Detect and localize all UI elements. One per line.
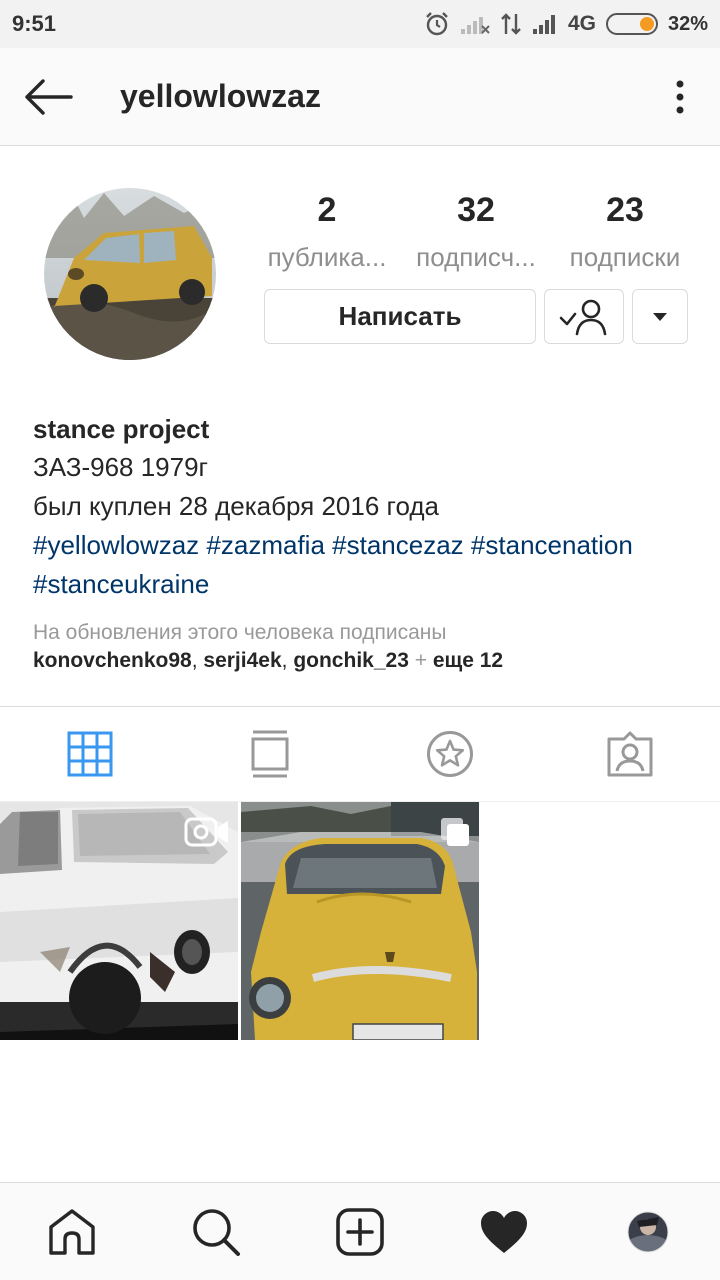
app-header: yellowlowzaz [0,48,720,146]
bottom-navigation [0,1182,720,1280]
suggestions-dropdown-button[interactable] [632,289,688,344]
back-arrow-icon [25,78,73,115]
username-title: yellowlowzaz [120,78,321,114]
battery-icon [605,13,658,35]
profile-avatar[interactable] [44,188,216,360]
home-icon [49,1208,95,1255]
video-camera-icon [184,817,228,847]
stat-following-count: 23 [606,191,644,229]
follower-username[interactable]: gonchik_23 [293,649,409,672]
multiple-photos-badge [439,816,471,853]
tab-grid[interactable] [0,707,180,801]
follower-username[interactable]: serji4ek [203,649,281,672]
bio-hashtags: #yellowlowzaz #zazmafia #stancezaz #stan… [33,526,693,604]
hashtag-link[interactable]: #yellowlowzaz [33,530,199,560]
profile-tabs [0,706,720,802]
stat-followers[interactable]: 32 подписч... [411,190,541,273]
more-options-button[interactable] [640,48,720,146]
profile-stats: 2 публика... 32 подписч... 23 подписки [262,190,690,273]
followed-by-list[interactable]: konovchenko98, serji4ek, gonchik_23 + ещ… [33,646,693,676]
nav-profile[interactable] [576,1183,720,1280]
following-button[interactable] [544,289,624,344]
stat-posts[interactable]: 2 публика... [262,190,392,273]
add-post-icon [336,1207,384,1256]
profile-bio: stance project ЗАЗ-968 1979г был куплен … [33,410,693,676]
stat-following[interactable]: 23 подписки [560,190,690,273]
profile-avatar [627,1211,669,1252]
nav-home[interactable] [0,1183,144,1280]
bio-line: был куплен 28 декабря 2016 года [33,491,439,521]
search-icon [193,1208,240,1256]
stat-following-label: подписки [569,242,681,272]
message-button[interactable]: Написать [264,289,536,344]
feed-icon [251,730,289,778]
data-arrows-icon [501,13,521,35]
nav-search[interactable] [144,1183,288,1280]
signal-weak-icon [460,17,490,34]
post-thumbnail[interactable] [0,802,238,1040]
nav-add-post[interactable] [288,1183,432,1280]
more-followers[interactable]: еще 12 [433,649,503,672]
status-time: 9:51 [12,11,57,36]
user-check-icon [559,299,607,335]
stat-followers-label: подписч... [416,242,536,272]
followed-by-note: На обновления этого человека подписаны [33,621,447,644]
network-type: 4G [567,12,596,35]
post-thumbnail[interactable] [241,802,479,1040]
stat-followers-count: 32 [457,191,495,229]
hashtag-link[interactable]: #zazmafia [206,530,325,560]
posts-grid [0,802,720,1040]
tab-saved[interactable] [360,707,540,801]
star-icon [427,731,473,777]
signal-icon [532,15,555,34]
profile-name: stance project [33,414,210,444]
carousel-icon [441,818,469,846]
stat-posts-label: публика... [267,242,387,272]
video-badge [184,816,230,853]
hashtag-link[interactable]: #stancezaz [332,530,464,560]
hashtag-link[interactable]: #stanceukraine [33,569,209,599]
alarm-icon [426,12,448,36]
heart-icon [481,1210,527,1253]
back-button[interactable] [0,48,96,146]
battery-level [639,17,654,31]
avatar-photo [44,188,216,360]
hashtag-link[interactable]: #stancenation [471,530,633,560]
nav-activity[interactable] [432,1183,576,1280]
follower-username[interactable]: konovchenko98 [33,649,192,672]
status-bar: 9:51 4G 32% [0,0,720,48]
grid-icon [67,731,113,777]
battery-percent: 32% [667,12,708,35]
more-vertical-icon [676,80,684,113]
bio-line: ЗАЗ-968 1979г [33,452,209,482]
caret-down-icon [653,312,667,321]
tab-feed[interactable] [180,707,360,801]
tab-tagged[interactable] [540,707,720,801]
stat-posts-count: 2 [317,191,337,229]
tagged-icon [607,731,653,777]
